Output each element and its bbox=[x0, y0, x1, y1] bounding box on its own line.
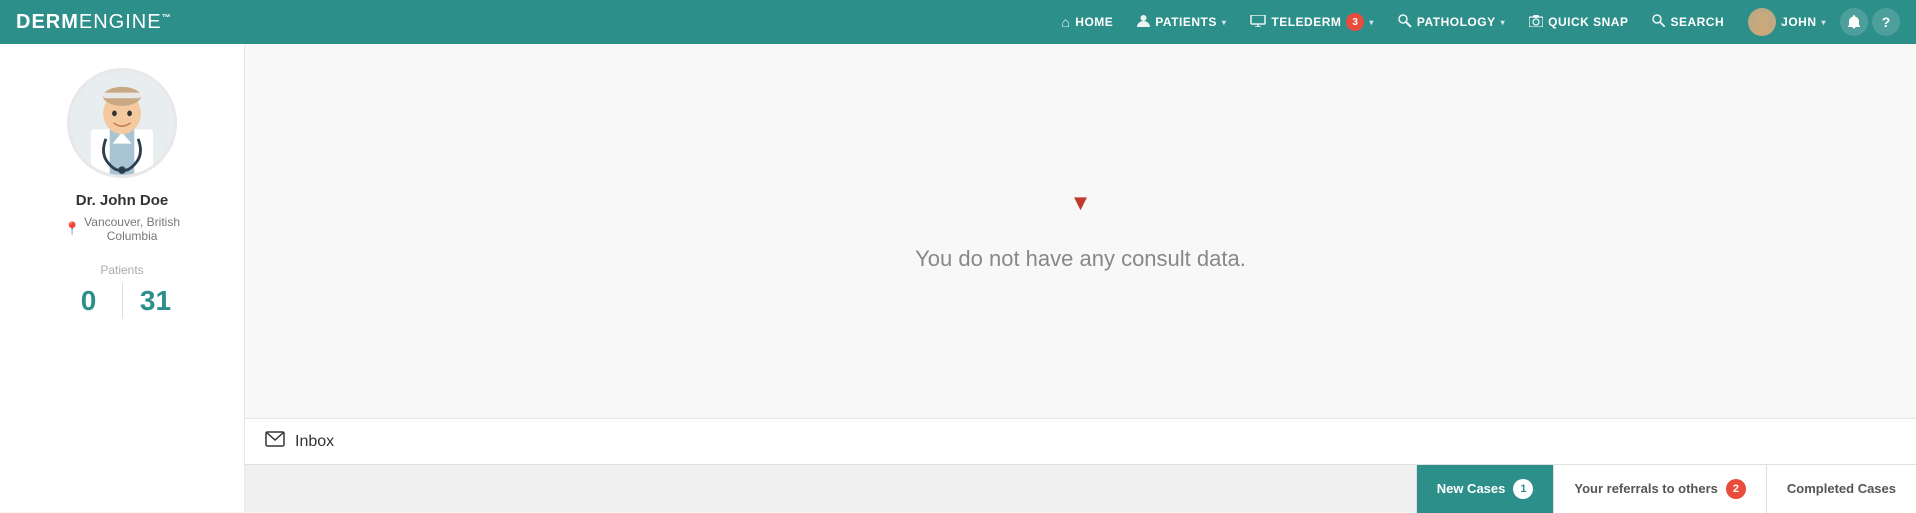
bottom-tabs: New Cases 1 Your referrals to others 2 C… bbox=[245, 464, 1916, 512]
home-icon: ⌂ bbox=[1061, 14, 1070, 30]
doctor-name: Dr. John Doe bbox=[76, 192, 169, 209]
navbar: DERMENGINE™ ⌂ HOME PATIENTS ▾ TELEDERM 3… bbox=[0, 0, 1916, 44]
telederm-badge: 3 bbox=[1346, 13, 1364, 31]
content-area: ▼ You do not have any consult data. Inbo… bbox=[245, 44, 1916, 512]
tab-referrals-label: Your referrals to others bbox=[1574, 481, 1718, 496]
nav-label-telederm: TELEDERM bbox=[1271, 15, 1341, 29]
telederm-icon bbox=[1250, 14, 1266, 30]
patients-counts: 0 31 bbox=[64, 283, 181, 319]
nav-items: ⌂ HOME PATIENTS ▾ TELEDERM 3 ▾ PATHOLOGY bbox=[212, 0, 1900, 44]
nav-item-quicksnap[interactable]: QUICK SNAP bbox=[1519, 0, 1638, 44]
counts-divider bbox=[122, 283, 123, 319]
telederm-caret-icon: ▾ bbox=[1369, 18, 1374, 27]
nav-item-home[interactable]: ⌂ HOME bbox=[1051, 0, 1123, 44]
patients-caret-icon: ▾ bbox=[1222, 18, 1227, 27]
nav-label-pathology: PATHOLOGY bbox=[1417, 15, 1496, 29]
doctor-avatar bbox=[67, 68, 177, 178]
quicksnap-icon bbox=[1529, 14, 1543, 30]
location-pin-icon: 📍 bbox=[64, 221, 80, 237]
nav-label-patients: PATIENTS bbox=[1155, 15, 1217, 29]
notifications-bell[interactable] bbox=[1840, 8, 1868, 36]
brand-derm: DERM bbox=[16, 11, 79, 33]
doctor-location-text: Vancouver, British Columbia bbox=[84, 215, 180, 243]
doctor-location: 📍 Vancouver, British Columbia bbox=[64, 215, 180, 243]
no-data-message: You do not have any consult data. bbox=[915, 246, 1246, 272]
pathology-icon bbox=[1398, 14, 1412, 31]
consult-area: ▼ You do not have any consult data. bbox=[245, 44, 1916, 418]
tab-referrals[interactable]: Your referrals to others 2 bbox=[1553, 465, 1766, 513]
brand-logo[interactable]: DERMENGINE™ bbox=[16, 11, 172, 34]
search-icon bbox=[1652, 14, 1665, 30]
inbox-envelope-icon bbox=[265, 431, 285, 452]
patients-icon bbox=[1137, 14, 1150, 31]
inbox-bar: Inbox bbox=[245, 418, 1916, 464]
nav-item-pathology[interactable]: PATHOLOGY ▾ bbox=[1388, 0, 1515, 44]
inbox-label: Inbox bbox=[295, 433, 334, 451]
main-layout: Dr. John Doe 📍 Vancouver, British Columb… bbox=[0, 44, 1916, 512]
question-icon: ? bbox=[1882, 14, 1891, 30]
user-caret-icon: ▾ bbox=[1821, 18, 1826, 27]
tab-completed[interactable]: Completed Cases bbox=[1766, 465, 1916, 513]
nav-label-quicksnap: QUICK SNAP bbox=[1548, 15, 1628, 29]
nav-item-patients[interactable]: PATIENTS ▾ bbox=[1127, 0, 1236, 44]
sidebar: Dr. John Doe 📍 Vancouver, British Columb… bbox=[0, 44, 245, 512]
patients-count-right: 31 bbox=[131, 285, 181, 317]
tab-new-cases-badge: 1 bbox=[1513, 479, 1533, 499]
nav-item-user[interactable]: John ▾ bbox=[1738, 0, 1836, 44]
nav-label-user: John bbox=[1781, 15, 1816, 29]
user-avatar bbox=[1748, 8, 1776, 36]
nav-item-telederm[interactable]: TELEDERM 3 ▾ bbox=[1240, 0, 1384, 44]
brand-tm: ™ bbox=[162, 12, 172, 22]
nav-label-search: SEARCH bbox=[1670, 15, 1724, 29]
brand-engine: ENGINE bbox=[79, 11, 162, 33]
help-button[interactable]: ? bbox=[1872, 8, 1900, 36]
nav-label-home: HOME bbox=[1075, 15, 1113, 29]
nav-item-search[interactable]: SEARCH bbox=[1642, 0, 1734, 44]
patients-label: Patients bbox=[100, 263, 143, 277]
tab-new-cases-label: New Cases bbox=[1437, 481, 1506, 496]
tab-referrals-badge: 2 bbox=[1726, 479, 1746, 499]
tab-new-cases[interactable]: New Cases 1 bbox=[1416, 465, 1554, 513]
patients-count-left: 0 bbox=[64, 285, 114, 317]
pathology-caret-icon: ▾ bbox=[1501, 18, 1506, 27]
tab-completed-label: Completed Cases bbox=[1787, 481, 1896, 496]
filter-icon: ▼ bbox=[1070, 190, 1092, 216]
